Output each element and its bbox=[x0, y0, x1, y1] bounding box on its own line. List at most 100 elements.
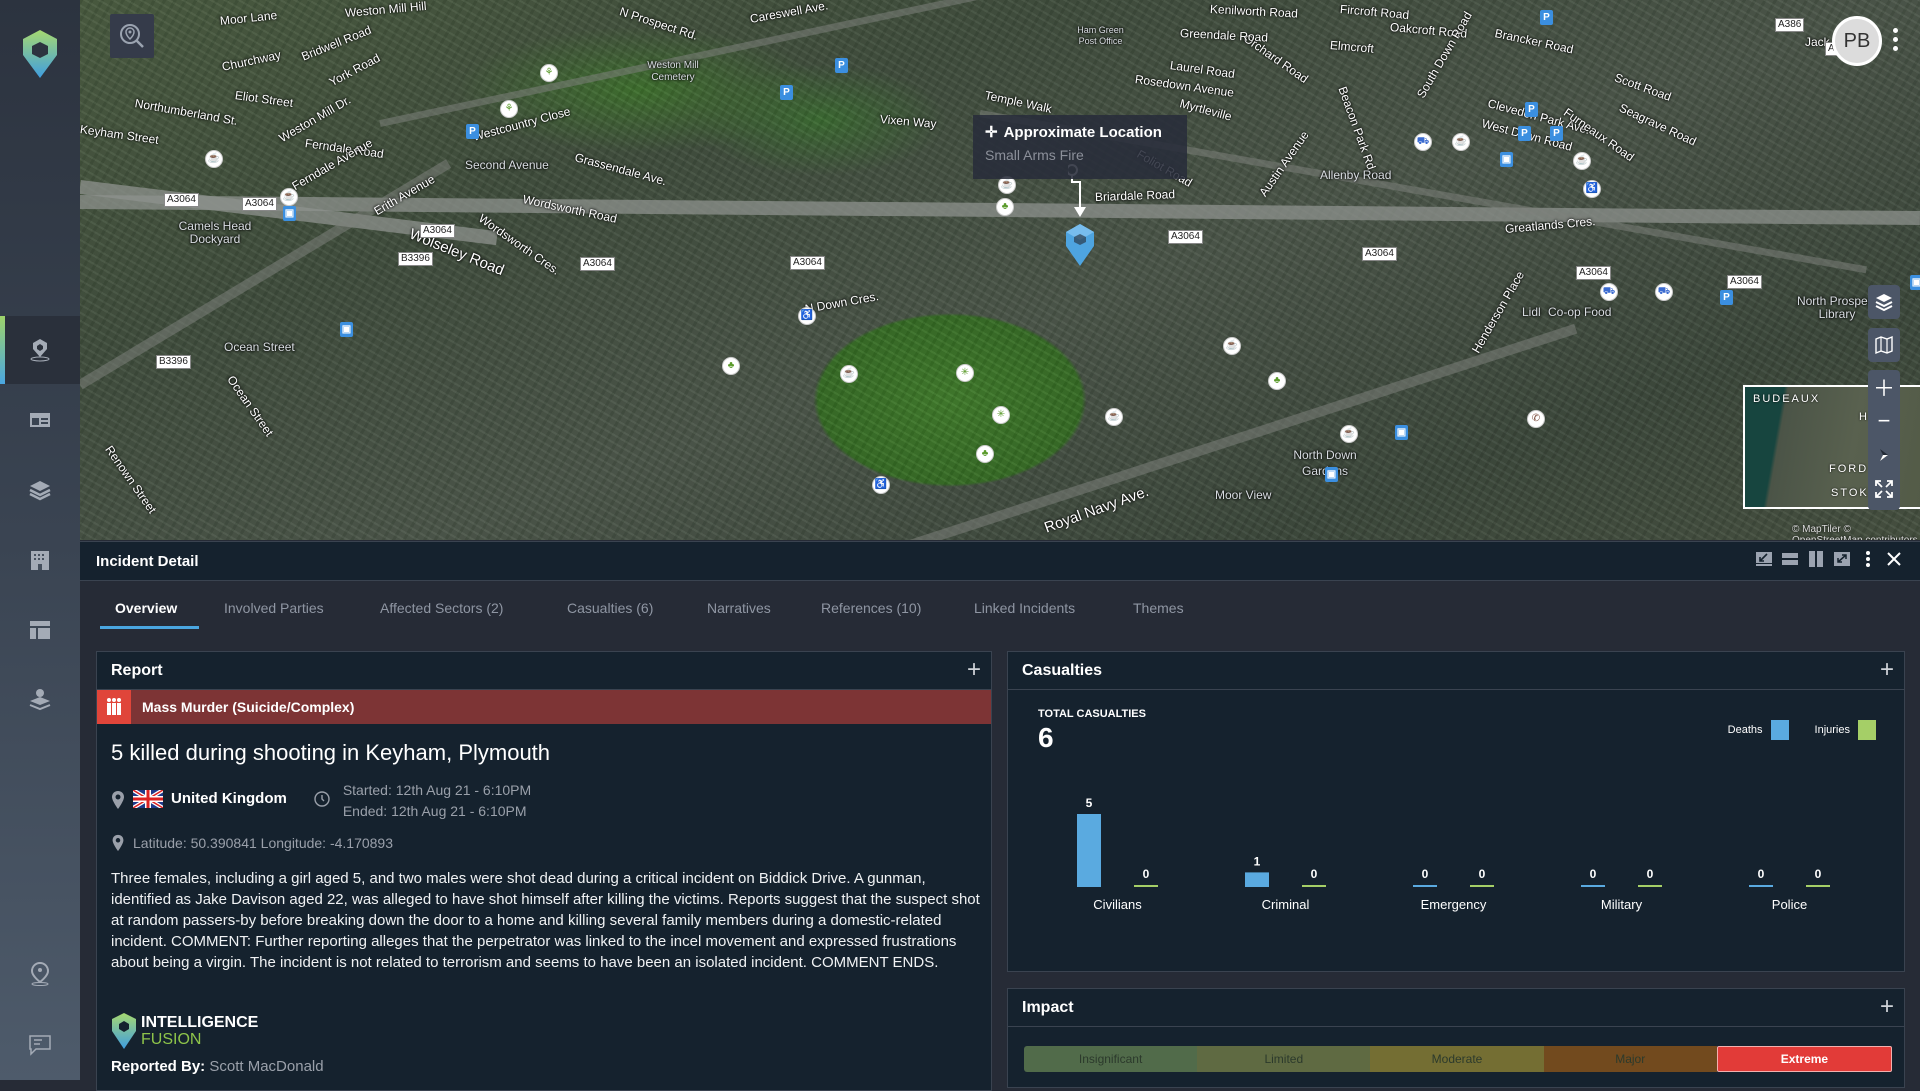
impact-level-limited[interactable]: Limited bbox=[1197, 1046, 1371, 1072]
poi-label: Lidl bbox=[1522, 305, 1541, 319]
zoom-in-button[interactable]: ＋ bbox=[1868, 370, 1900, 404]
shop-marker-icon[interactable]: ⛟ bbox=[1655, 283, 1673, 301]
tab-affected-sectors[interactable]: Affected Sectors (2) bbox=[380, 600, 503, 616]
bar-injuries-police[interactable] bbox=[1806, 885, 1830, 887]
zoom-out-button[interactable]: − bbox=[1868, 404, 1900, 438]
close-panel-button[interactable] bbox=[1886, 551, 1902, 567]
bus-stop-icon[interactable]: ▣ bbox=[1500, 152, 1513, 167]
poi-marker-icon[interactable]: ☕ bbox=[1105, 408, 1123, 426]
parking-icon[interactable]: P bbox=[780, 85, 793, 100]
shop-marker-icon[interactable]: ⛟ bbox=[1600, 283, 1618, 301]
impact-level-extreme[interactable]: Extreme bbox=[1716, 1046, 1893, 1072]
impact-level-major[interactable]: Major bbox=[1543, 1046, 1717, 1072]
parking-icon[interactable]: P bbox=[1540, 10, 1553, 25]
bar-deaths-criminal[interactable] bbox=[1245, 872, 1269, 887]
bar-injuries-criminal[interactable] bbox=[1302, 885, 1326, 887]
sidebar-item-my-locations[interactable] bbox=[0, 940, 80, 1008]
sidebar-item-reports[interactable] bbox=[0, 386, 80, 454]
tab-narratives[interactable]: Narratives bbox=[707, 600, 771, 616]
poi-marker-icon[interactable]: ☕ bbox=[1223, 337, 1241, 355]
poi-marker-icon[interactable]: ☕ bbox=[1452, 133, 1470, 151]
park-marker-icon[interactable]: ⚘ bbox=[540, 64, 558, 82]
building-icon bbox=[31, 551, 49, 570]
app-logo-icon[interactable] bbox=[20, 28, 60, 80]
poi-marker-icon[interactable]: ☕ bbox=[280, 188, 298, 206]
parking-icon[interactable]: P bbox=[1720, 290, 1733, 305]
map-location-search-button[interactable] bbox=[110, 14, 154, 58]
tab-involved-parties[interactable]: Involved Parties bbox=[224, 600, 324, 616]
road-shield: A3064 bbox=[164, 193, 199, 207]
sidebar-item-layers[interactable] bbox=[0, 456, 80, 524]
sidebar-item-buildings[interactable] bbox=[0, 526, 80, 594]
parking-icon[interactable]: P bbox=[835, 58, 848, 73]
minimize-panel-button[interactable] bbox=[1756, 551, 1772, 567]
horizontal-split-button[interactable] bbox=[1782, 551, 1798, 567]
app-menu-button[interactable] bbox=[1892, 28, 1900, 54]
bus-stop-icon[interactable]: ▣ bbox=[283, 206, 296, 221]
shop-marker-icon[interactable]: ⛟ bbox=[1414, 133, 1432, 151]
tab-themes[interactable]: Themes bbox=[1133, 600, 1184, 616]
compass-button[interactable] bbox=[1868, 438, 1900, 472]
park-marker-icon[interactable]: ⚘ bbox=[500, 100, 518, 118]
phone-marker-icon[interactable]: ✆ bbox=[1527, 410, 1545, 428]
poi-marker-icon[interactable]: ☕ bbox=[1340, 425, 1358, 443]
bus-stop-icon[interactable]: ▣ bbox=[1910, 275, 1920, 290]
park-marker-icon[interactable]: ♣ bbox=[976, 445, 994, 463]
zoom-control[interactable]: ＋ − bbox=[1868, 370, 1900, 510]
incident-marker-icon[interactable] bbox=[1064, 222, 1096, 268]
impact-level-moderate[interactable]: Moderate bbox=[1370, 1046, 1544, 1072]
tab-overview[interactable]: Overview bbox=[115, 600, 177, 616]
park-marker-icon[interactable]: ♣ bbox=[722, 357, 740, 375]
park-marker-icon[interactable]: ✳ bbox=[992, 406, 1010, 424]
bus-stop-icon[interactable]: ▣ bbox=[340, 322, 353, 337]
parking-icon[interactable]: P bbox=[1550, 126, 1563, 141]
bus-stop-icon[interactable]: ▣ bbox=[1325, 467, 1338, 482]
tab-linked-incidents[interactable]: Linked Incidents bbox=[974, 600, 1075, 616]
bar-injuries-military[interactable] bbox=[1638, 885, 1662, 887]
vertical-split-button[interactable] bbox=[1808, 551, 1824, 567]
expand-panel-button[interactable] bbox=[1834, 551, 1850, 567]
expand-report-button[interactable]: + bbox=[967, 658, 981, 682]
parking-icon[interactable]: P bbox=[1518, 126, 1531, 141]
poi-label: Second Avenue bbox=[465, 158, 549, 172]
poi-marker-icon[interactable]: ☕ bbox=[840, 365, 858, 383]
basemap-control[interactable] bbox=[1868, 328, 1900, 362]
tab-references[interactable]: References (10) bbox=[821, 600, 921, 616]
park-marker-icon[interactable]: ♣ bbox=[996, 198, 1014, 216]
layers-control[interactable] bbox=[1868, 285, 1900, 319]
poi-marker-icon[interactable]: ☕ bbox=[1573, 152, 1591, 170]
panel-menu-button[interactable] bbox=[1860, 551, 1876, 567]
bar-deaths-emergency[interactable] bbox=[1413, 885, 1437, 887]
bar-deaths-military[interactable] bbox=[1581, 885, 1605, 887]
sidebar-item-dashboard[interactable] bbox=[0, 596, 80, 664]
user-avatar[interactable]: PB bbox=[1832, 16, 1882, 66]
expand-impact-button[interactable]: + bbox=[1880, 995, 1894, 1019]
poi-marker-icon[interactable]: ☕ bbox=[205, 150, 223, 168]
map-view[interactable]: Weston Mill Hill Moor Lane N Prospect Rd… bbox=[80, 0, 1920, 540]
fullscreen-button[interactable] bbox=[1868, 472, 1900, 506]
bar-injuries-civilians[interactable] bbox=[1134, 885, 1158, 887]
basemap-button[interactable] bbox=[1868, 328, 1900, 362]
bar-deaths-civilians[interactable] bbox=[1077, 814, 1101, 887]
bar-value-label: 1 bbox=[1254, 854, 1261, 868]
bar-value-label: 5 bbox=[1086, 796, 1093, 810]
road-shield: B3396 bbox=[398, 252, 433, 266]
park-marker-icon[interactable]: ✳ bbox=[956, 364, 974, 382]
bar-deaths-police[interactable] bbox=[1749, 885, 1773, 887]
parking-icon[interactable]: P bbox=[1525, 102, 1538, 117]
bar-injuries-emergency[interactable] bbox=[1470, 885, 1494, 887]
sidebar-item-feedback[interactable] bbox=[0, 1010, 80, 1078]
expand-casualties-button[interactable]: + bbox=[1880, 658, 1894, 682]
poi-label: Camels Head Dockyard bbox=[178, 219, 252, 246]
accessible-marker-icon[interactable]: ♿ bbox=[1583, 180, 1601, 198]
park-marker-icon[interactable]: ♣ bbox=[1268, 372, 1286, 390]
impact-level-insignificant[interactable]: Insignificant bbox=[1024, 1046, 1198, 1072]
parking-icon[interactable]: P bbox=[466, 124, 479, 139]
bus-stop-icon[interactable]: ▣ bbox=[1395, 425, 1408, 440]
sidebar-item-incidents-map[interactable] bbox=[0, 316, 80, 384]
layers-button[interactable] bbox=[1868, 285, 1900, 319]
sidebar-item-location-layers[interactable] bbox=[0, 666, 80, 734]
accessible-marker-icon[interactable]: ♿ bbox=[872, 476, 890, 494]
accessible-marker-icon[interactable]: ♿ bbox=[798, 307, 816, 325]
tab-casualties[interactable]: Casualties (6) bbox=[567, 600, 653, 616]
